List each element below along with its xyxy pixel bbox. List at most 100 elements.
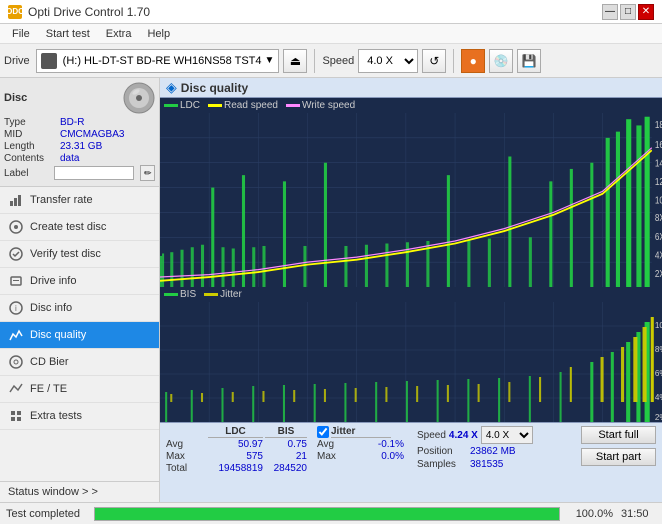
nav-disc-info-label: Disc info (30, 302, 72, 314)
speed-stat-select[interactable]: 4.0 X (481, 426, 533, 444)
nav-fe-te[interactable]: FE / TE (0, 376, 159, 403)
app-title: Opti Drive Control 1.70 (28, 5, 150, 19)
label-edit-button[interactable]: ✏ (140, 165, 155, 181)
nav-extra-tests-label: Extra tests (30, 410, 82, 422)
progress-percent: 100.0% (568, 508, 613, 520)
nav-verify-test-disc-label: Verify test disc (30, 248, 101, 260)
eject-button[interactable]: ⏏ (283, 49, 307, 73)
content-area: ◈ Disc quality LDC Read speed Write spee… (160, 78, 662, 502)
jitter-avg: -0.1% (349, 439, 404, 450)
toolbar: Drive (H:) HL-DT-ST BD-RE WH16NS58 TST4 … (0, 44, 662, 78)
maximize-button[interactable]: □ (620, 4, 636, 20)
jitter-max: 0.0% (349, 451, 404, 462)
drive-label: Drive (4, 55, 30, 67)
svg-text:2X: 2X (655, 268, 662, 279)
disc-button[interactable]: 💿 (489, 49, 513, 73)
progress-fill (95, 508, 559, 520)
write-speed-legend-label: Write speed (302, 100, 355, 111)
jitter-stats: Jitter Avg -0.1% Max 0.0% (317, 426, 407, 462)
disc-info-icon: i (8, 300, 24, 316)
jitter-legend-color (204, 293, 218, 296)
nav-create-test-disc[interactable]: Create test disc (0, 214, 159, 241)
length-label: Length (4, 141, 56, 152)
jitter-checkbox[interactable] (317, 426, 329, 438)
close-button[interactable]: ✕ (638, 4, 654, 20)
start-part-button[interactable]: Start part (581, 448, 656, 466)
ldc-legend-label: LDC (180, 100, 200, 111)
svg-text:4%: 4% (655, 393, 662, 402)
menu-file[interactable]: File (4, 26, 38, 42)
svg-text:i: i (15, 304, 17, 313)
sidebar: Disc Type BD-R MID CMCMAGBA3 Length 23.3… (0, 78, 160, 502)
create-test-disc-icon (8, 219, 24, 235)
speed-select[interactable]: 4.0 X 8.0 X (358, 49, 418, 73)
bottom-chart-svg: 10% 8% 6% 4% 2% 30 25 20 15 10 0.0 2.5 5… (160, 302, 662, 422)
progress-bar-container: Test completed 100.0% 31:50 (0, 502, 662, 524)
settings-button[interactable]: ● (461, 49, 485, 73)
bis-header: BIS (265, 426, 307, 438)
bis-legend: BIS (164, 289, 196, 300)
menu-extra[interactable]: Extra (98, 26, 140, 42)
nav-extra-tests[interactable]: Extra tests (0, 403, 159, 430)
cd-bier-icon (8, 354, 24, 370)
svg-text:6%: 6% (655, 369, 662, 378)
ldc-total: 19458819 (208, 463, 263, 474)
read-speed-legend-label: Read speed (224, 100, 278, 111)
bis-total: 284520 (265, 463, 307, 474)
minimize-button[interactable]: — (602, 4, 618, 20)
disc-quality-header: ◈ Disc quality (160, 78, 662, 98)
label-input[interactable] (54, 166, 134, 180)
top-chart-svg: 18X 16X 14X 12X 10X 8X 6X 4X 2X 600 500 … (160, 113, 662, 287)
bis-avg: 0.75 (265, 439, 307, 450)
jitter-header: Jitter (331, 426, 391, 438)
svg-text:8X: 8X (655, 212, 662, 223)
length-value: 23.31 GB (60, 141, 102, 152)
mid-label: MID (4, 129, 56, 140)
menu-start-test[interactable]: Start test (38, 26, 98, 42)
nav-disc-quality-label: Disc quality (30, 329, 86, 341)
disc-quality-header-icon: ◈ (166, 79, 177, 96)
fe-te-icon (8, 381, 24, 397)
nav-drive-info[interactable]: Drive info (0, 268, 159, 295)
svg-text:2%: 2% (655, 413, 662, 422)
write-speed-legend: Write speed (286, 100, 355, 111)
nav-verify-test-disc[interactable]: Verify test disc (0, 241, 159, 268)
svg-text:4X: 4X (655, 250, 662, 261)
speed-position-stats: Speed 4.24 X 4.0 X Position 23862 MB Sam… (417, 426, 533, 470)
nav-drive-info-label: Drive info (30, 275, 76, 287)
nav-transfer-rate[interactable]: Transfer rate (0, 187, 159, 214)
disc-section-label: Disc (4, 92, 27, 104)
bis-legend-label: BIS (180, 289, 196, 300)
jitter-legend-label: Jitter (220, 289, 242, 300)
disc-icon (123, 82, 155, 114)
write-speed-legend-color (286, 104, 300, 107)
svg-text:6X: 6X (655, 231, 662, 242)
ldc-legend: LDC (164, 100, 200, 111)
drive-icon (41, 53, 57, 69)
top-chart-container: 18X 16X 14X 12X 10X 8X 6X 4X 2X 600 500 … (160, 113, 662, 287)
extra-tests-icon (8, 408, 24, 424)
nav-disc-info[interactable]: i Disc info (0, 295, 159, 322)
nav-disc-quality[interactable]: Disc quality (0, 322, 159, 349)
start-buttons: Start full Start part (581, 426, 656, 466)
position-value: 23862 MB (470, 446, 516, 457)
svg-text:8%: 8% (655, 345, 662, 354)
samples-label: Samples (417, 459, 467, 470)
type-label: Type (4, 117, 56, 128)
drive-selector[interactable]: (H:) HL-DT-ST BD-RE WH16NS58 TST4 ▼ (36, 49, 280, 73)
start-full-button[interactable]: Start full (581, 426, 656, 444)
bis-legend-color (164, 293, 178, 296)
status-window-button[interactable]: Status window > > (0, 481, 159, 502)
menu-help[interactable]: Help (139, 26, 178, 42)
refresh-button[interactable]: ↺ (422, 49, 446, 73)
avg-label: Avg (166, 439, 206, 450)
save-button[interactable]: 💾 (517, 49, 541, 73)
svg-text:10%: 10% (655, 321, 662, 330)
chart-top-legend: LDC Read speed Write speed (160, 98, 662, 113)
verify-test-disc-icon (8, 246, 24, 262)
mid-value: CMCMAGBA3 (60, 129, 124, 140)
speed-stat-value: 4.24 X (449, 430, 478, 441)
max-label: Max (166, 451, 206, 462)
svg-text:18X: 18X (655, 119, 662, 130)
nav-cd-bier[interactable]: CD Bier (0, 349, 159, 376)
